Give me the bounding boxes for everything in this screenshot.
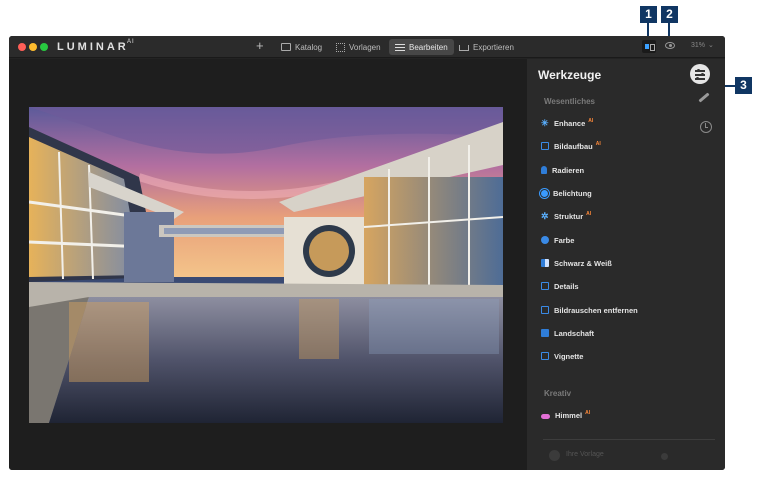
color-icon (541, 236, 549, 244)
export-icon (459, 45, 469, 51)
tool-label: Vignette (554, 351, 584, 361)
tool-enhance[interactable]: ✳ Enhance AI (541, 116, 593, 130)
tool-bildrauschen[interactable]: Bildrauschen entfernen (541, 303, 638, 317)
sun-icon (541, 189, 548, 197)
chevron-down-icon[interactable]: ⌄ (708, 41, 714, 49)
folder-icon (281, 43, 291, 51)
add-photos-button[interactable]: + (256, 38, 264, 54)
tab-exportieren[interactable]: Exportieren (453, 39, 520, 55)
tool-label: Schwarz & Weiß (554, 258, 612, 268)
tool-vignette[interactable]: Vignette (541, 349, 583, 363)
tool-label: Details (554, 281, 579, 291)
callout-1: 1 (640, 6, 657, 23)
zoom-window-button[interactable] (40, 43, 48, 51)
callout-2: 2 (661, 6, 678, 23)
tool-schwarz-weiss[interactable]: Schwarz & Weiß (541, 256, 612, 270)
ai-badge: AI (586, 210, 592, 217)
ai-badge: AI (585, 409, 591, 416)
page: 1 2 3 LUMINAR AI + Katalog Vorlagen Bear… (0, 0, 770, 481)
panel-divider (543, 439, 715, 440)
tab-bearbeiten-label: Bearbeiten (409, 42, 448, 52)
tool-belichtung[interactable]: Belichtung (541, 186, 592, 200)
sparkle-icon: ✳ (541, 118, 549, 128)
details-icon (541, 282, 549, 290)
denoise-icon (541, 306, 549, 314)
tab-exportieren-label: Exportieren (473, 42, 514, 52)
section-heading-essentials: Wesentliches (544, 97, 595, 106)
app-window: LUMINAR AI + Katalog Vorlagen Bearbeiten… (9, 36, 725, 470)
landscape-icon (541, 329, 549, 337)
tool-bildaufbau[interactable]: Bildaufbau AI (541, 139, 601, 153)
section-heading-creative: Kreativ (544, 389, 572, 398)
tool-label: Landschaft (554, 328, 595, 338)
tool-details[interactable]: Details (541, 279, 579, 293)
ai-badge: AI (595, 140, 601, 147)
history-clock-icon[interactable] (700, 121, 712, 133)
edited-photo (29, 107, 503, 423)
tab-katalog[interactable]: Katalog (275, 39, 328, 55)
tool-landschaft[interactable]: Landschaft (541, 326, 594, 340)
close-window-button[interactable] (18, 43, 26, 51)
bw-icon (541, 259, 549, 267)
tool-label: Radieren (552, 165, 585, 175)
cloud-icon (541, 413, 550, 419)
tab-vorlagen[interactable]: Vorlagen (329, 39, 387, 55)
zoom-level[interactable]: 31% (691, 42, 705, 49)
tool-label: Himmel (555, 410, 583, 420)
image-canvas[interactable] (9, 59, 527, 470)
tool-radieren[interactable]: Radieren (541, 163, 584, 177)
tool-himmel[interactable]: Himmel AI (541, 408, 590, 422)
preset-label: Ihre Vorlage (566, 451, 604, 458)
edit-sliders-icon (395, 43, 405, 51)
compare-view-button[interactable] (642, 40, 656, 53)
ai-badge: AI (588, 117, 594, 124)
tool-farbe[interactable]: Farbe (541, 233, 574, 247)
tab-katalog-label: Katalog (295, 42, 323, 52)
panel-title: Werkzeuge (538, 68, 602, 82)
tool-struktur[interactable]: ✲ Struktur AI (541, 209, 591, 223)
eraser-icon (541, 166, 547, 174)
tool-label: Struktur (554, 211, 584, 221)
crop-icon (541, 142, 549, 150)
eye-icon[interactable] (665, 42, 675, 49)
templates-icon (335, 43, 345, 52)
tool-label: Enhance (554, 118, 586, 128)
vignette-icon (541, 352, 549, 360)
structure-icon: ✲ (541, 211, 549, 221)
app-brand: LUMINAR (57, 41, 129, 53)
tools-sliders-icon[interactable] (690, 64, 710, 84)
tab-vorlagen-label: Vorlagen (349, 42, 381, 52)
minimize-window-button[interactable] (29, 43, 37, 51)
tools-panel: Werkzeuge Wesentliches ✳ Enhance AI Bild… (527, 59, 725, 470)
tab-bearbeiten[interactable]: Bearbeiten (389, 39, 454, 55)
title-bar: LUMINAR AI + Katalog Vorlagen Bearbeiten… (9, 36, 725, 58)
app-brand-suffix: AI (127, 39, 135, 45)
tool-label: Bildaufbau (554, 141, 593, 151)
preset-toggle[interactable] (549, 450, 560, 461)
panel-dot[interactable] (661, 453, 668, 460)
callout-3: 3 (735, 77, 752, 94)
tool-label: Farbe (554, 235, 575, 245)
tool-label: Belichtung (553, 188, 592, 198)
tool-label: Bildrauschen entfernen (554, 305, 638, 315)
